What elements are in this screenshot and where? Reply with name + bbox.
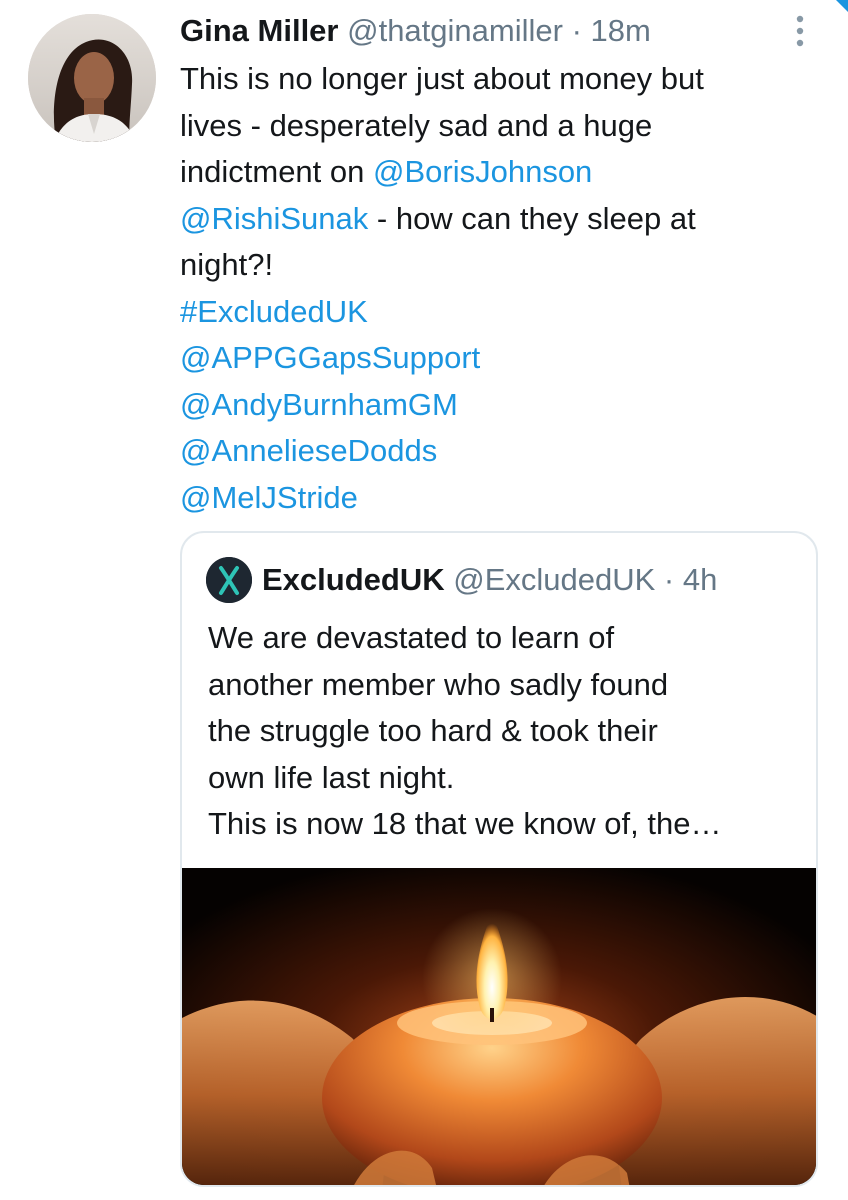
quoted-tweet-header: ExcludedUK @ExcludedUK · 4h: [206, 557, 717, 603]
mention-link[interactable]: @AnnelieseDodds: [180, 433, 437, 468]
excludeduk-x-logo-icon: [206, 557, 252, 603]
mention-link[interactable]: @BorisJohnson: [373, 154, 592, 189]
tweet-text-line: @AnnelieseDodds: [180, 428, 800, 475]
mention-link[interactable]: @RishiSunak: [180, 201, 368, 236]
tweet-text-line: night?!: [180, 242, 800, 289]
quoted-author-handle[interactable]: @ExcludedUK: [453, 562, 655, 597]
author-handle[interactable]: @thatginamiller: [347, 13, 563, 48]
quoted-text-line: another member who sadly found: [208, 666, 669, 702]
more-vertical-icon[interactable]: [790, 14, 810, 48]
author-name[interactable]: Gina Miller: [180, 13, 338, 48]
header-separator: ·: [571, 13, 582, 48]
tweet[interactable]: Gina Miller @thatginamiller · 18m This i…: [0, 0, 848, 1200]
tweet-text-segment: indictment on: [180, 154, 373, 189]
corner-indicator-icon: [836, 0, 848, 12]
candle-in-hands-image: [182, 868, 816, 1185]
quoted-tweet-timestamp[interactable]: 4h: [683, 562, 717, 597]
hashtag-link[interactable]: #ExcludedUK: [180, 294, 368, 329]
tweet-text-line: lives - desperately sad and a huge: [180, 103, 800, 150]
quoted-tweet-media[interactable]: [182, 868, 816, 1185]
tweet-text-line: @MelJStride: [180, 475, 800, 522]
tweet-text-segment: night?!: [180, 247, 274, 282]
author-avatar-image: [28, 14, 156, 142]
tweet-text-line: @APPGGapsSupport: [180, 335, 800, 382]
mention-link[interactable]: @AndyBurnhamGM: [180, 387, 458, 422]
tweet-text-line: This is no longer just about money but: [180, 56, 800, 103]
tweet-header: Gina Miller @thatginamiller · 18m: [180, 12, 651, 52]
tweet-text-segment: lives - desperately sad and a huge: [180, 107, 653, 143]
tweet-text: This is no longer just about money but li…: [180, 56, 800, 521]
author-avatar[interactable]: [28, 14, 156, 142]
tweet-text-line: @AndyBurnhamGM: [180, 382, 800, 429]
quoted-text-line: This is now 18 that we know of, the…: [208, 806, 722, 841]
tweet-timestamp[interactable]: 18m: [591, 13, 651, 48]
quoted-tweet[interactable]: ExcludedUK @ExcludedUK · 4h We are devas…: [180, 531, 818, 1187]
mention-link[interactable]: @MelJStride: [180, 480, 358, 515]
tweet-text-segment: This is no longer just about money but: [180, 61, 704, 96]
tweet-text-segment: - how can they sleep at: [368, 200, 696, 236]
tweet-text-line: indictment on @BorisJohnson: [180, 149, 800, 196]
quoted-text-line: We are devastated to learn of: [208, 620, 615, 655]
tweet-text-line: @RishiSunak - how can they sleep at: [180, 196, 800, 243]
quoted-text-line: own life last night.: [208, 759, 455, 795]
tweet-text-line: #ExcludedUK: [180, 289, 800, 336]
quoted-header-separator: ·: [663, 562, 675, 597]
quoted-author-name[interactable]: ExcludedUK: [262, 562, 445, 597]
mention-link[interactable]: @APPGGapsSupport: [180, 340, 480, 375]
quoted-tweet-text: We are devastated to learn of another me…: [208, 615, 798, 848]
quoted-text-line: the struggle too hard & took their: [208, 713, 658, 748]
